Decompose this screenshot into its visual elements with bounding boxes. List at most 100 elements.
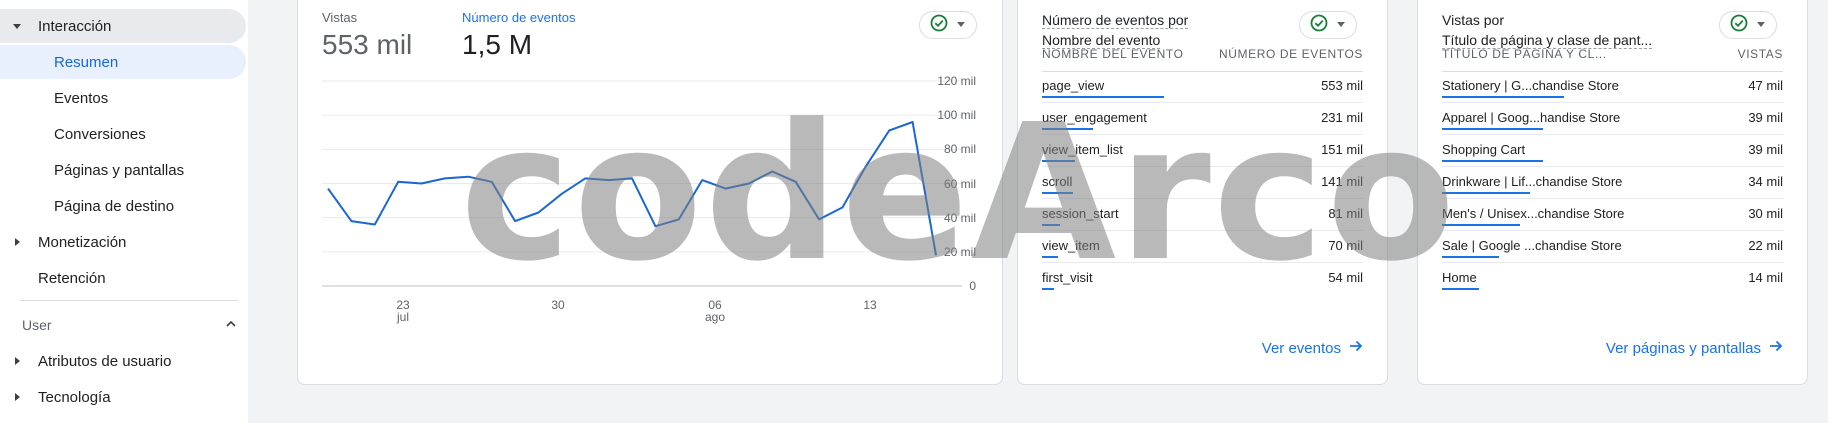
sidebar-item-label: Retención — [38, 269, 106, 287]
row-name: Sale | Google ...chandise Store — [1442, 238, 1622, 253]
view-events-link[interactable]: Ver eventos — [1262, 339, 1363, 357]
row-bar — [1442, 128, 1543, 130]
row-bar — [1442, 224, 1520, 226]
table-row[interactable]: Apparel | Goog...handise Store 39 mil — [1442, 103, 1783, 135]
table-row[interactable]: Sale | Google ...chandise Store 22 mil — [1442, 231, 1783, 263]
y-tick-label: 40 mil — [943, 210, 976, 225]
table-row[interactable]: scroll 141 mil — [1042, 167, 1363, 199]
row-bar — [1442, 256, 1499, 258]
sidebar-item-tecnologia[interactable]: Tecnología — [0, 380, 111, 414]
line-chart — [322, 80, 962, 287]
card-title: Vistas por Título de página y clase de p… — [1442, 10, 1653, 50]
sidebar-item-eventos[interactable]: Eventos — [0, 81, 108, 115]
section-header-user[interactable]: User — [22, 310, 238, 340]
row-bar — [1042, 192, 1073, 194]
chevron-up-icon — [224, 317, 238, 334]
row-bar — [1442, 160, 1543, 162]
sidebar-item-conversiones[interactable]: Conversiones — [0, 117, 146, 151]
row-bar — [1442, 96, 1564, 98]
metric-label-vistas: Vistas — [322, 10, 358, 25]
table-row[interactable]: view_item 70 mil — [1042, 231, 1363, 263]
table-row[interactable]: page_view 553 mil — [1042, 71, 1363, 103]
table-row[interactable]: Stationery | G...chandise Store 47 mil — [1442, 71, 1783, 103]
x-tick-label: 23 jul — [383, 299, 423, 323]
table-row[interactable]: Men's / Unisex...chandise Store 30 mil — [1442, 199, 1783, 231]
caret-down-icon — [1336, 16, 1346, 34]
row-name: Drinkware | Lif...chandise Store — [1442, 174, 1623, 189]
row-name: Men's / Unisex...chandise Store — [1442, 206, 1625, 221]
caret-down-icon — [1756, 16, 1766, 34]
row-bar — [1042, 224, 1060, 226]
row-name: scroll — [1042, 174, 1073, 189]
row-bar — [1042, 128, 1093, 130]
sidebar-item-pagina-destino[interactable]: Página de destino — [0, 189, 174, 223]
x-tick-day: 13 — [863, 298, 877, 312]
caret-right-icon — [12, 237, 22, 247]
link-label: Ver páginas y pantallas — [1605, 339, 1761, 357]
table-row[interactable]: first_visit 54 mil — [1042, 263, 1363, 295]
column-header-name: TÍTULO DE PÁGINA Y CL... — [1442, 47, 1607, 61]
row-bar — [1042, 288, 1054, 290]
row-value: 54 mil — [1328, 270, 1363, 285]
y-tick-label: 0 — [969, 279, 976, 293]
sidebar-item-retencion[interactable]: Retención — [0, 261, 106, 295]
section-header-label: User — [22, 317, 52, 333]
sidebar-item-atributos-usuario[interactable]: Atributos de usuario — [0, 344, 171, 378]
sidebar-item-paginas-pantallas[interactable]: Páginas y pantallas — [0, 153, 184, 187]
row-value: 39 mil — [1748, 110, 1783, 125]
sidebar-item-label: Eventos — [54, 89, 109, 107]
sidebar: Interacción Resumen Eventos Conversiones… — [0, 0, 248, 423]
x-tick-month: ago — [704, 310, 726, 324]
series-line — [327, 121, 937, 256]
view-pages-link[interactable]: Ver páginas y pantallas — [1606, 339, 1783, 357]
sidebar-item-label: Resumen — [54, 53, 119, 71]
row-value: 151 mil — [1321, 142, 1363, 157]
row-value: 34 mil — [1748, 174, 1783, 189]
row-bar — [1042, 96, 1164, 98]
caret-down-icon — [12, 21, 22, 31]
data-quality-dropdown[interactable] — [919, 11, 977, 39]
sidebar-item-interaccion[interactable]: Interacción — [0, 9, 246, 43]
sidebar-item-label: Atributos de usuario — [38, 352, 172, 370]
table-row[interactable]: user_engagement 231 mil — [1042, 103, 1363, 135]
check-circle-icon — [1730, 14, 1748, 37]
row-name: Home — [1442, 270, 1477, 285]
metric-label-eventos[interactable]: Número de eventos — [462, 10, 575, 25]
table-row[interactable]: Drinkware | Lif...chandise Store 34 mil — [1442, 167, 1783, 199]
row-bar — [1042, 256, 1058, 258]
row-name: Shopping Cart — [1442, 142, 1526, 157]
sidebar-item-label: Interacción — [38, 17, 112, 35]
y-tick-label: 20 mil — [943, 244, 976, 259]
table-row[interactable]: Home 14 mil — [1442, 263, 1783, 295]
row-name: Stationery | G...chandise Store — [1442, 78, 1619, 93]
row-value: 553 mil — [1321, 78, 1363, 93]
data-quality-dropdown[interactable] — [1719, 11, 1777, 39]
row-name: view_item — [1042, 238, 1100, 253]
row-name: page_view — [1042, 78, 1105, 93]
table-row[interactable]: Shopping Cart 39 mil — [1442, 135, 1783, 167]
sidebar-item-label: Conversiones — [54, 125, 146, 143]
table-row[interactable]: session_start 81 mil — [1042, 199, 1363, 231]
y-tick-label: 60 mil — [943, 176, 976, 191]
row-name: view_item_list — [1042, 142, 1123, 157]
row-name: first_visit — [1042, 270, 1093, 285]
sidebar-item-label: Página de destino — [54, 197, 175, 215]
table-row[interactable]: view_item_list 151 mil — [1042, 135, 1363, 167]
card-title-line1: Vistas por — [1442, 12, 1504, 28]
x-tick-label: 06 ago — [695, 299, 735, 323]
card-title-line1: Número de eventos por — [1042, 12, 1189, 29]
row-value: 231 mil — [1321, 110, 1363, 125]
data-quality-dropdown[interactable] — [1299, 11, 1357, 39]
row-value: 30 mil — [1748, 206, 1783, 221]
column-header-value: NÚMERO DE EVENTOS — [1219, 47, 1363, 61]
x-tick-day: 30 — [551, 298, 565, 312]
column-header-name: NOMBRE DEL EVENTO — [1042, 47, 1184, 61]
arrow-right-icon — [1349, 339, 1363, 357]
caret-down-icon — [956, 16, 966, 34]
sidebar-item-resumen[interactable]: Resumen — [0, 45, 246, 79]
column-header-value: VISTAS — [1737, 47, 1783, 61]
row-value: 47 mil — [1748, 78, 1783, 93]
row-name: user_engagement — [1042, 110, 1147, 125]
row-value: 141 mil — [1321, 174, 1363, 189]
sidebar-item-monetizacion[interactable]: Monetización — [0, 225, 126, 259]
